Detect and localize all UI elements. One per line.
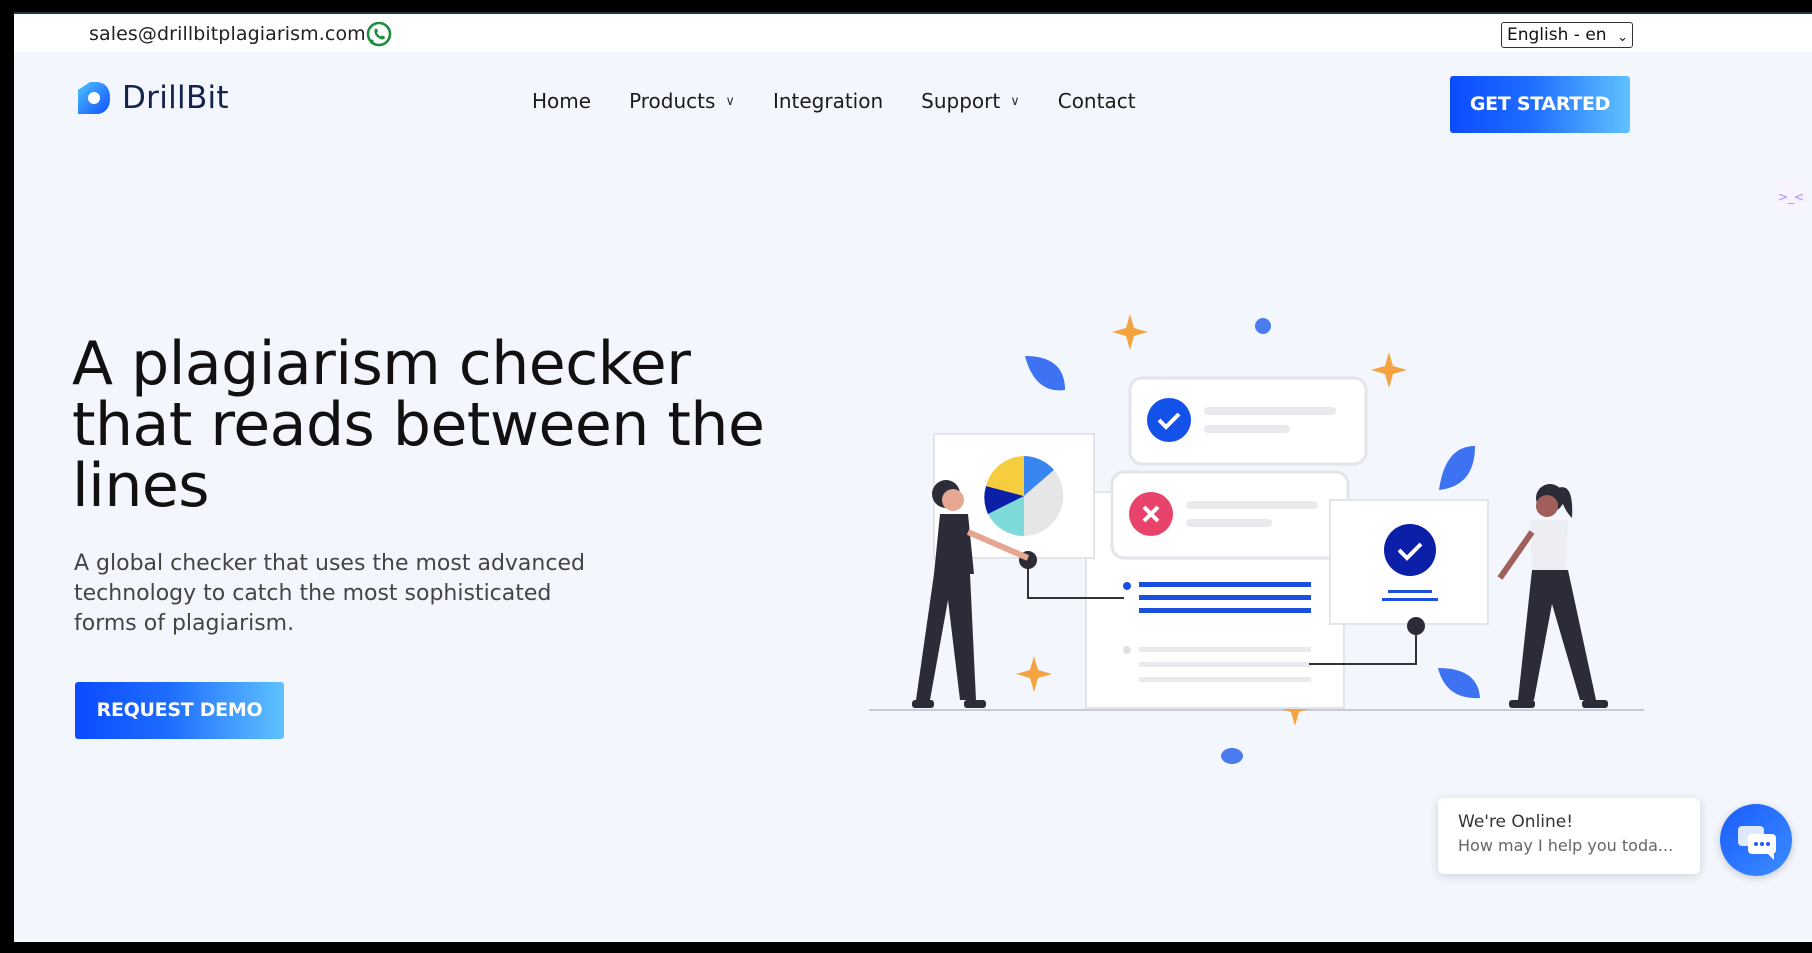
check-icon (1147, 398, 1191, 442)
hero-title-line: that reads between the (72, 390, 765, 460)
nav-contact[interactable]: Contact (1058, 89, 1136, 113)
chevron-down-icon: ∨ (725, 93, 735, 109)
hero-title-line: A plagiarism checker (72, 329, 691, 399)
language-select[interactable]: English - en ⌄ (1501, 22, 1633, 48)
page-frame: sales@drillbitplagiarism.com English - e… (14, 12, 1812, 942)
brand-name: DrillBit (122, 80, 229, 116)
side-widget-tab[interactable]: >_< (1774, 180, 1808, 214)
brand-logo[interactable]: DrillBit (74, 78, 229, 118)
nav-integration-label: Integration (772, 89, 884, 113)
nav-integration[interactable]: Integration (773, 89, 883, 113)
chevron-down-icon: ∨ (1010, 93, 1020, 109)
hero-subtitle-line: A global checker that uses the most adva… (74, 551, 585, 576)
nav-products[interactable]: Products ∨ (629, 89, 735, 113)
check-icon (1384, 524, 1436, 576)
sparkle-icon (1016, 656, 1052, 692)
nav-home[interactable]: Home (532, 89, 591, 113)
leaf-decoration (1438, 668, 1480, 699)
nav-home-label: Home (532, 89, 592, 113)
drillbit-logo-icon (78, 82, 110, 114)
chat-prompt: How may I help you toda... (1458, 836, 1674, 855)
nav-support[interactable]: Support ∨ (921, 89, 1020, 113)
woman-right-figure (1497, 484, 1608, 708)
whatsapp-icon[interactable] (365, 20, 393, 48)
nav-contact-label: Contact (1057, 89, 1136, 113)
main-nav: Home Products ∨ Integration Support ∨ Co… (532, 89, 1174, 113)
leaf-decoration (1439, 446, 1475, 490)
nav-products-label: Products (629, 89, 716, 113)
chat-launcher-button[interactable] (1720, 804, 1792, 876)
hero-subtitle-line: technology to catch the most sophisticat… (74, 581, 552, 606)
sparkle-icon (1371, 352, 1407, 388)
hero-illustration (869, 314, 1644, 764)
sales-email-link[interactable]: sales@drillbitplagiarism.com (89, 23, 366, 45)
get-started-button[interactable]: GET STARTED (1450, 76, 1630, 133)
hero-subtitle: A global checker that uses the most adva… (74, 549, 694, 639)
sparkle-icon (1112, 314, 1148, 350)
hero-title-line: lines (72, 451, 210, 521)
request-demo-button[interactable]: REQUEST DEMO (75, 682, 284, 739)
nav-support-label: Support (921, 89, 1001, 113)
hero-title: A plagiarism checker that reads between … (72, 334, 792, 517)
top-bar: sales@drillbitplagiarism.com English - e… (14, 12, 1812, 52)
dot-decoration (1221, 748, 1243, 764)
dot-decoration (1255, 318, 1271, 334)
leaf-decoration (1025, 356, 1065, 391)
chat-greeting-card[interactable]: We're Online! How may I help you toda... (1438, 798, 1700, 874)
bottom-border (0, 942, 1812, 953)
hero-subtitle-line: forms of plagiarism. (74, 611, 295, 636)
language-value: English - en (1507, 25, 1607, 45)
chat-bubble-icon (1738, 826, 1776, 860)
chat-status: We're Online! (1458, 812, 1574, 832)
chevron-down-icon: ⌄ (1617, 30, 1628, 45)
